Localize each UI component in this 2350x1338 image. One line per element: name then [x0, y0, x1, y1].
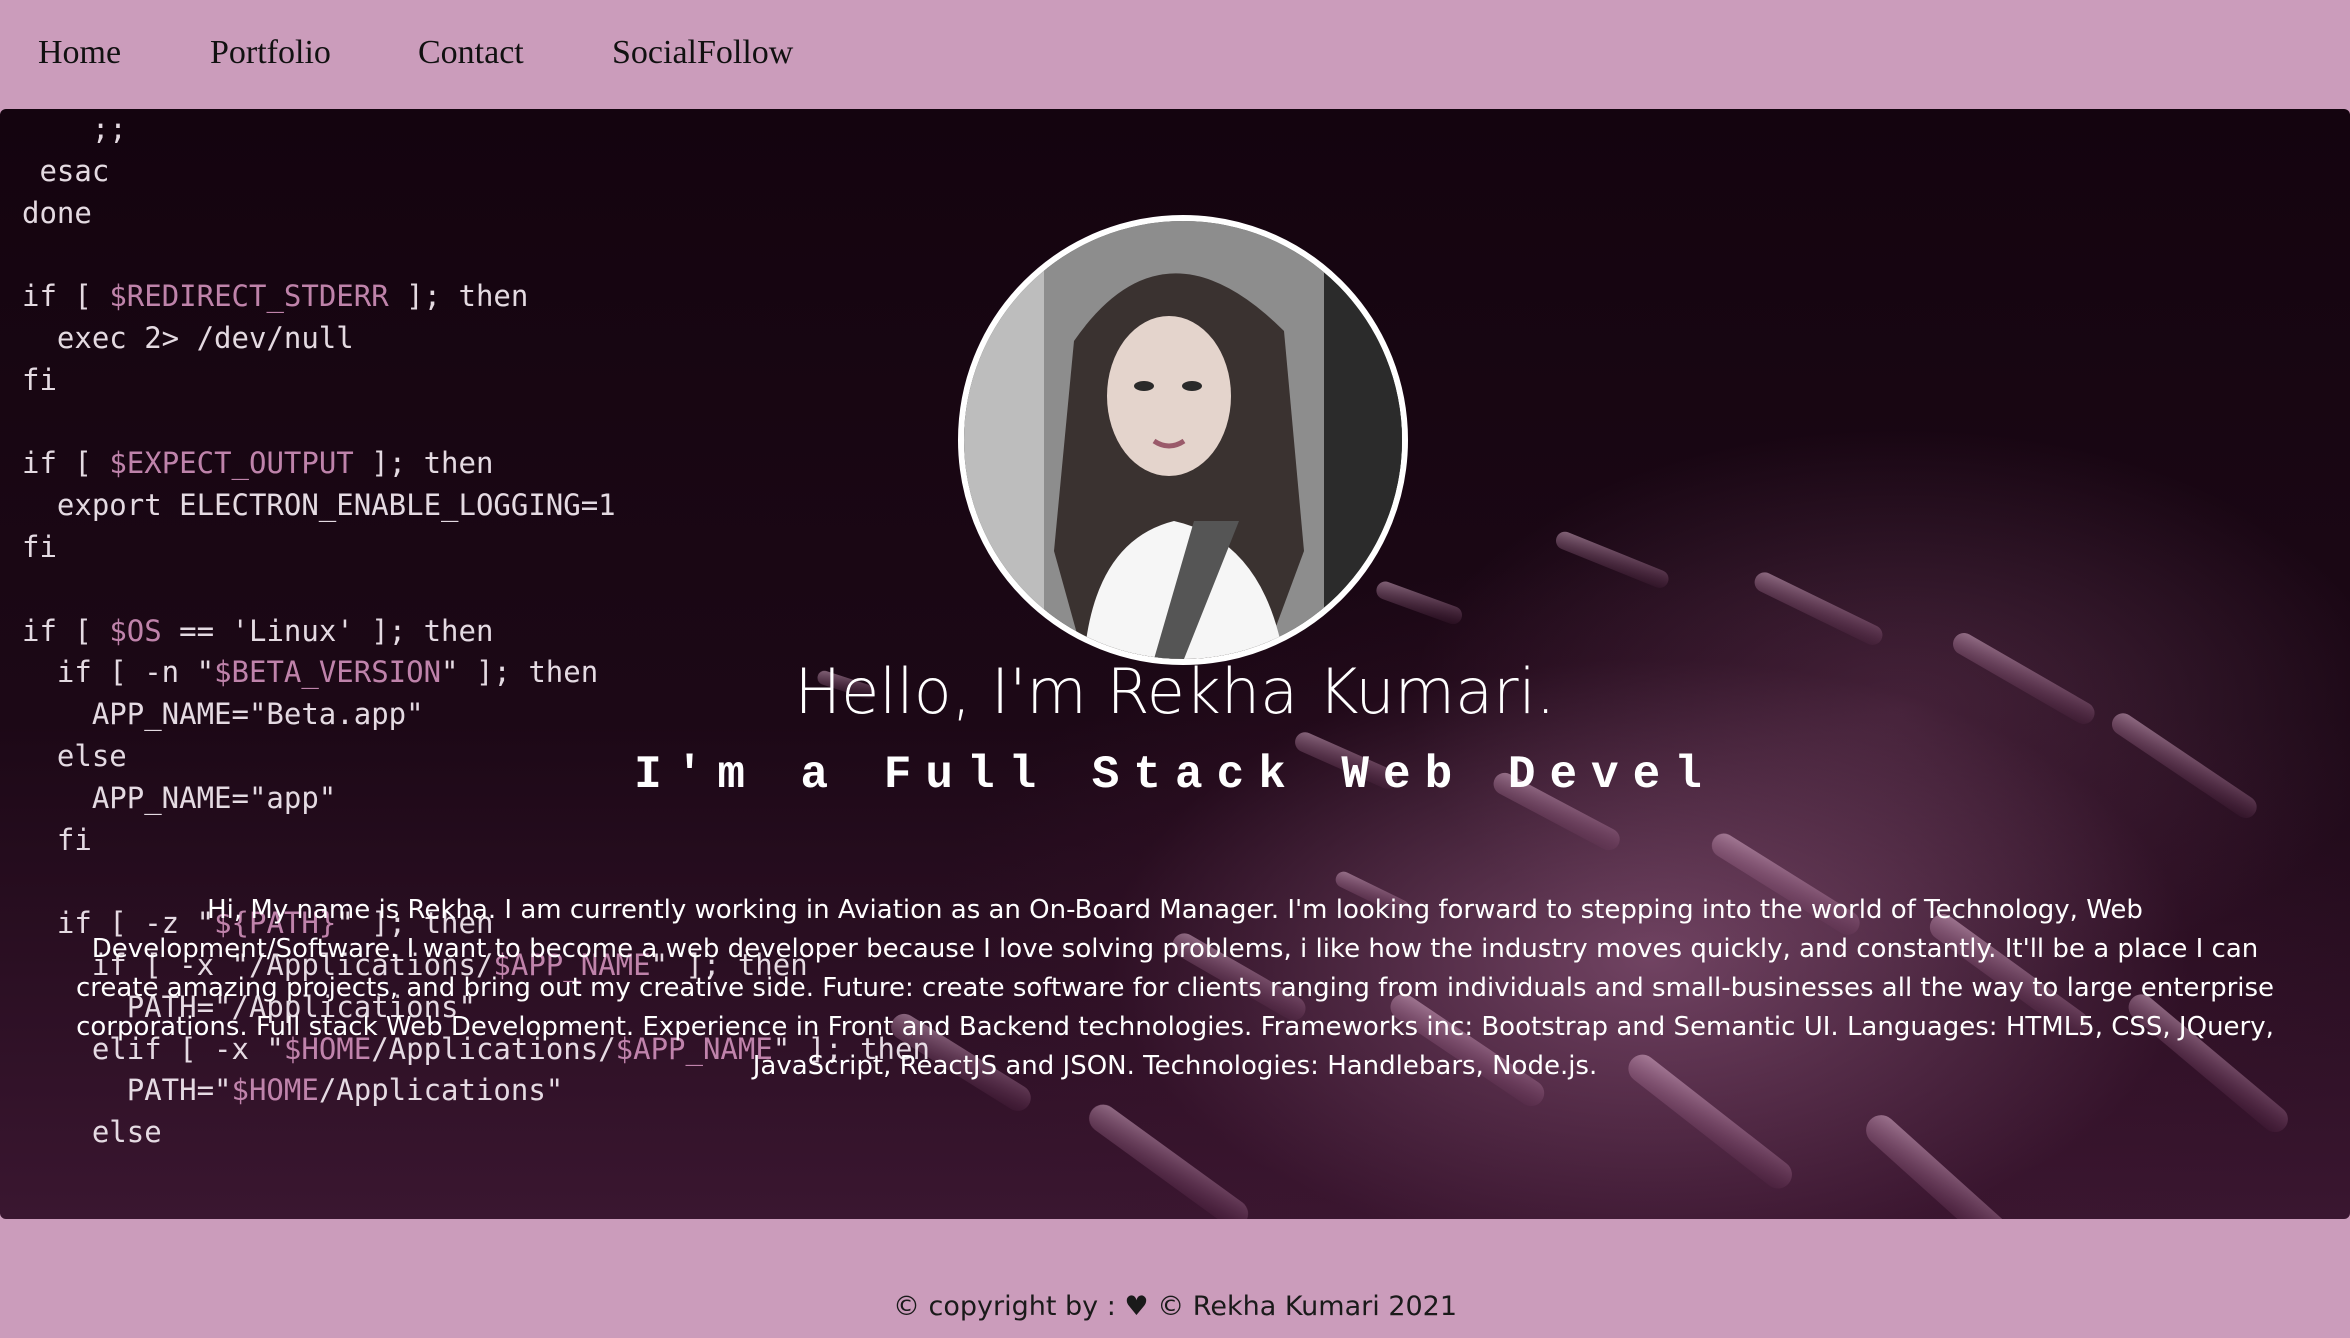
- code-line: if [ $OS == 'Linux' ]; then: [22, 613, 494, 648]
- code-line: exec 2> /dev/null: [22, 320, 354, 355]
- hero-tagline: I'm a Full Stack Web Devel: [634, 749, 1716, 801]
- code-line: fi: [22, 529, 57, 564]
- nav-link-home[interactable]: Home: [38, 34, 121, 72]
- code-line: if [ $EXPECT_OUTPUT ]; then: [22, 446, 494, 481]
- code-line: esac: [22, 153, 110, 188]
- page-footer: © copyright by : ♥ © Rekha Kumari 2021: [0, 1219, 2350, 1338]
- code-line: fi: [22, 822, 92, 857]
- top-navbar: Home Portfolio Contact SocialFollow: [0, 0, 2350, 109]
- hero-greeting: Hello, I'm Rekha Kumari.: [794, 655, 1556, 728]
- code-line: done: [22, 195, 92, 230]
- code-line: ;;: [22, 112, 127, 146]
- code-line: if [ $REDIRECT_STDERR ]; then: [22, 279, 529, 314]
- hero-section: ;; esac done if [ $REDIRECT_STDERR ]; th…: [0, 109, 2350, 1219]
- nav-link-portfolio[interactable]: Portfolio: [210, 34, 331, 72]
- nav-link-contact[interactable]: Contact: [418, 34, 524, 72]
- code-line: fi: [22, 362, 57, 397]
- footer-copyright: © copyright by : ♥ © Rekha Kumari 2021: [892, 1291, 1458, 1322]
- code-line: export ELECTRON_ENABLE_LOGGING=1: [22, 488, 616, 523]
- profile-photo-image: [964, 221, 1402, 659]
- profile-avatar: [958, 215, 1408, 665]
- hero-bio: Hi, My name is Rekha. I am currently wor…: [75, 895, 2275, 1081]
- nav-link-socialfollow[interactable]: SocialFollow: [612, 34, 793, 72]
- code-line: else: [22, 1115, 162, 1150]
